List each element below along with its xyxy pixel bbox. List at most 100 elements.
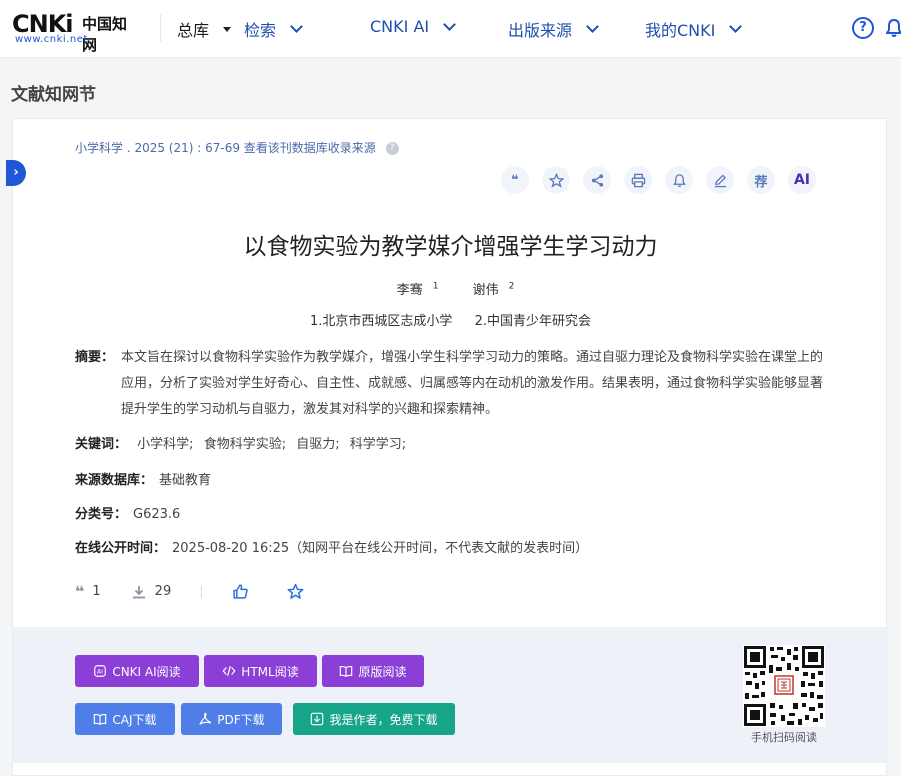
favorite-icon[interactable] — [542, 166, 570, 194]
source-value: 基础教育 — [159, 473, 212, 488]
chevron-down-icon — [586, 20, 599, 33]
keyword-link[interactable]: 食物科学实验; — [204, 437, 286, 452]
caj-download-button[interactable]: CAJ下载 — [75, 703, 175, 735]
quote-icon: ❝ — [75, 582, 85, 601]
chevron-down-icon — [290, 20, 303, 33]
cite-icon[interactable]: ❝ — [501, 166, 529, 194]
print-icon[interactable] — [624, 166, 652, 194]
classification-row: 分类号： G623.6 — [75, 503, 180, 522]
button-label: HTML阅读 — [241, 664, 299, 679]
html-read-button[interactable]: HTML阅读 — [204, 655, 317, 687]
article-toolbar: ❝ 荐 AI — [501, 166, 816, 194]
nav-item-search[interactable]: 检索 — [244, 17, 303, 41]
pdf-download-button[interactable]: PDF下载 — [181, 703, 282, 735]
bell-icon[interactable] — [886, 18, 901, 38]
chevron-down-icon — [729, 20, 743, 33]
section-title: 文献知网节 — [11, 85, 96, 105]
organization-link[interactable]: 1.北京市西城区志成小学 — [310, 314, 452, 329]
cite-count: ❝ 1 — [75, 582, 101, 601]
button-label: CNKI AI阅读 — [112, 664, 181, 679]
nav-label: CNKI AI — [370, 17, 430, 36]
chevron-down-icon — [443, 17, 456, 31]
nav-label: 出版来源 — [508, 21, 573, 40]
read-download-panel: AI CNKI AI阅读 HTML阅读 原版阅读 CAJ下载 PDF下载 我是作… — [13, 627, 886, 763]
abstract-text: 本文旨在探讨以食物科学实验作为教学媒介，增强小学生科学学习动力的策略。通过自驱力… — [121, 350, 824, 417]
author-link[interactable]: 李骞 1 — [387, 281, 439, 298]
online-time-row: 在线公开时间： 2025-08-20 16:25（知网平台在线公开时间，不代表文献… — [75, 537, 588, 556]
button-label: 我是作者，免费下载 — [329, 712, 438, 727]
nav-item-cnki-ai[interactable]: CNKI AI — [370, 17, 456, 36]
author-name: 李骞 — [396, 283, 423, 298]
author-name: 谢伟 — [472, 283, 499, 298]
share-icon[interactable] — [583, 166, 611, 194]
button-label: 原版阅读 — [358, 664, 407, 679]
keywords-label: 关键词： — [75, 437, 128, 452]
organization-link[interactable]: 2.中国青少年研究会 — [475, 314, 591, 329]
journal-meta[interactable]: 小学科学 . 2025 (21) : 67-69 查看该刊数据库收录来源 ? — [75, 139, 399, 156]
article-title: 以食物实验为教学媒介增强学生学习动力 — [243, 234, 658, 260]
article-stats: ❝ 1 29 — [75, 582, 304, 601]
cite-glyph: ❝ — [511, 172, 519, 188]
abstract-section: 摘要： 本文旨在探讨以食物科学实验作为教学媒介，增强小学生科学学习动力的策略。通… — [75, 345, 830, 423]
keyword-link[interactable]: 科学学习; — [350, 437, 406, 452]
author-link[interactable]: 谢伟 2 — [463, 281, 515, 298]
book-icon — [94, 713, 107, 725]
keywords-row: 关键词： 小学科学; 食物科学实验; 自驱力; 科学学习; — [75, 433, 412, 452]
online-time-label: 在线公开时间： — [75, 541, 167, 556]
alert-icon[interactable] — [665, 166, 693, 194]
download-box-icon — [311, 712, 324, 726]
info-icon[interactable]: ? — [385, 142, 399, 155]
abstract-label: 摘要： — [75, 350, 115, 365]
download-count-value: 29 — [154, 584, 172, 599]
keyword-link[interactable]: 小学科学; — [137, 437, 193, 452]
nav-label: 检索 — [244, 21, 277, 40]
pdf-icon — [199, 712, 212, 725]
original-read-button[interactable]: 原版阅读 — [322, 655, 424, 687]
author-list: 李骞 1 谢伟 2 — [13, 279, 888, 298]
nav-item-all-library[interactable]: 总库 — [177, 17, 232, 41]
article-card: 小学科学 . 2025 (21) : 67-69 查看该刊数据库收录来源 ? ❝… — [12, 118, 887, 776]
cnki-logo[interactable]: CNKi 中国知网 www.cnki.net — [12, 10, 140, 54]
nav-label: 总库 — [177, 21, 210, 40]
nav-item-my-cnki[interactable]: 我的CNKI — [645, 17, 743, 41]
nav-label: 我的CNKI — [645, 21, 716, 40]
help-icon[interactable]: ? — [852, 17, 874, 39]
qr-code-label: 手机扫码阅读 — [751, 731, 817, 744]
online-time-value: 2025-08-20 16:25（知网平台在线公开时间，不代表文献的发表时间） — [172, 541, 589, 556]
ai-glyph: AI — [793, 172, 811, 188]
note-icon[interactable] — [706, 166, 734, 194]
qr-code-image — [743, 645, 825, 727]
cnki-ai-read-button[interactable]: AI CNKI AI阅读 — [75, 655, 199, 687]
recommend-glyph: 荐 — [754, 174, 768, 190]
recommend-icon[interactable]: 荐 — [747, 166, 775, 194]
organization-list: 1.北京市西城区志成小学 2.中国青少年研究会 — [13, 310, 888, 329]
cite-count-value: 1 — [92, 584, 101, 599]
journal-meta-text: 小学科学 . 2025 (21) : 67-69 查看该刊数据库收录来源 — [75, 141, 376, 155]
classification-label: 分类号： — [75, 507, 128, 522]
book-icon — [340, 665, 353, 677]
button-label: PDF下载 — [217, 712, 265, 727]
code-icon — [222, 666, 236, 676]
download-count: 29 — [131, 584, 172, 600]
logo-url: www.cnki.net — [15, 34, 88, 45]
svg-text:AI: AI — [97, 669, 103, 676]
header-divider — [160, 14, 161, 42]
keyword-link[interactable]: 自驱力; — [296, 437, 339, 452]
button-label: CAJ下载 — [112, 712, 157, 727]
thumbs-up-icon[interactable] — [232, 583, 249, 600]
logo-chinese: 中国知网 — [82, 15, 128, 54]
top-navigation-bar: CNKi 中国知网 www.cnki.net 总库 检索 CNKI AI 出版来… — [0, 0, 901, 58]
source-database-row: 来源数据库： 基础教育 — [75, 469, 211, 488]
star-icon[interactable] — [287, 583, 304, 600]
author-sup: 2 — [508, 281, 515, 292]
ai-icon[interactable]: AI — [788, 166, 816, 194]
caret-down-icon — [223, 26, 232, 32]
source-label: 来源数据库： — [75, 473, 154, 488]
nav-item-publication-source[interactable]: 出版来源 — [508, 17, 599, 41]
ai-chip-icon: AI — [94, 665, 107, 677]
author-sup: 1 — [432, 281, 439, 292]
stats-divider — [201, 585, 203, 598]
classification-value: G623.6 — [133, 507, 181, 522]
download-icon — [132, 585, 145, 598]
author-free-download-button[interactable]: 我是作者，免费下载 — [293, 703, 455, 735]
